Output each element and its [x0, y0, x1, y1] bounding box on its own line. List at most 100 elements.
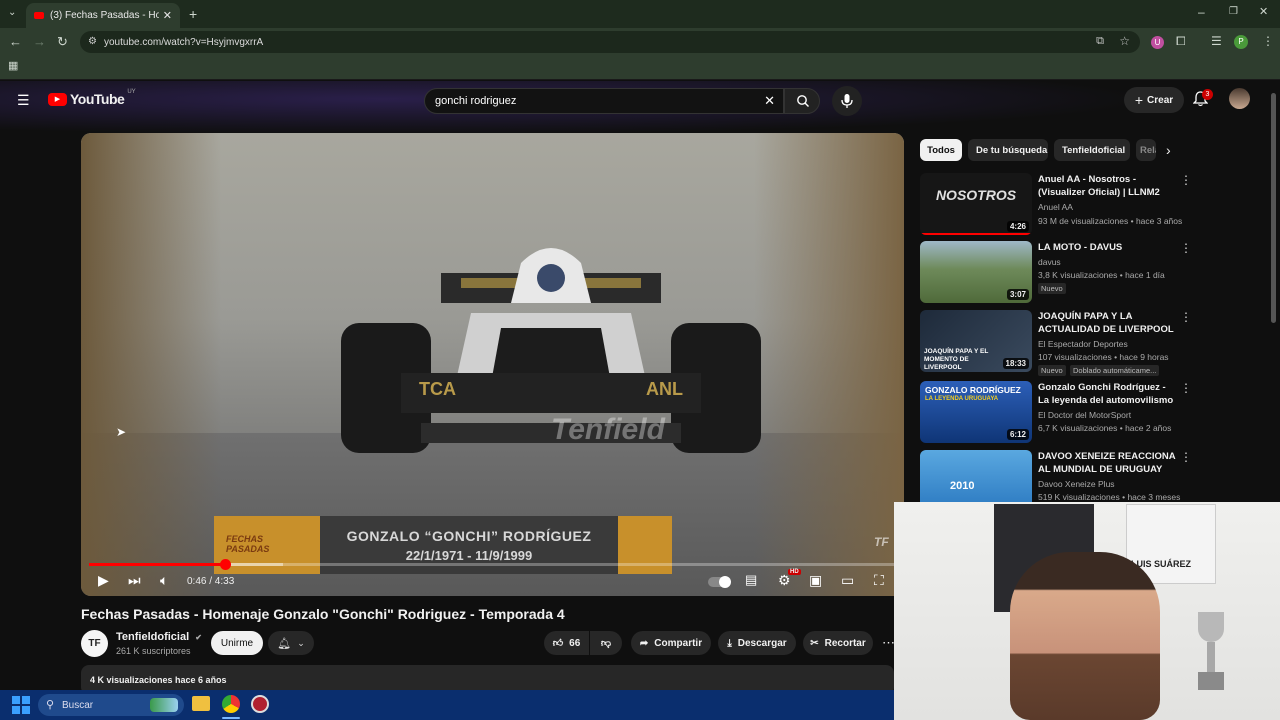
share-button[interactable]: ➦ Compartir	[631, 631, 711, 655]
guide-menu-icon[interactable]: ☰	[17, 92, 30, 109]
recommendation-channel: davus	[1038, 257, 1061, 267]
video-thumbnail[interactable]: NOSOTROS 4:26	[920, 173, 1032, 235]
thumbs-up-icon: 👍︎	[552, 638, 564, 649]
video-thumbnail[interactable]: 3:07	[920, 241, 1032, 303]
clear-search-icon[interactable]: ✕	[764, 93, 775, 109]
download-button[interactable]: ⤓ Descargar	[718, 631, 796, 655]
like-count: 66	[569, 637, 581, 649]
channel-avatar[interactable]: TF	[81, 630, 108, 657]
more-options-icon[interactable]: ⋮	[1180, 241, 1192, 255]
more-options-icon[interactable]: ⋮	[1180, 173, 1192, 187]
recommendation-item[interactable]: 3:07 LA MOTO - DAVUS davus 3,8 K visuali…	[920, 241, 1196, 303]
recommendation-title: Anuel AA - Nosotros - (Visualizer Oficia…	[1038, 174, 1160, 198]
recommendation-item[interactable]: NOSOTROS 4:26 Anuel AA - Nosotros - (Vis…	[920, 173, 1196, 235]
theater-mode-icon[interactable]: ▭	[841, 573, 854, 587]
profile-avatar[interactable]: P	[1234, 35, 1248, 49]
next-video-icon[interactable]: ⏭	[128, 573, 141, 587]
tab-search-chevron-icon[interactable]: ⌄	[8, 8, 16, 18]
duration-badge: 6:12	[1006, 429, 1029, 440]
more-options-icon[interactable]: ⋮	[1180, 310, 1192, 324]
site-info-icon[interactable]: ⚙	[88, 36, 97, 47]
play-icon[interactable]: ▶	[98, 573, 109, 587]
search-button[interactable]	[784, 88, 820, 114]
search-input[interactable]: gonchi rodriguez ✕	[424, 88, 784, 114]
create-button[interactable]: + Crear	[1124, 87, 1184, 113]
minimize-icon[interactable]: –	[1198, 6, 1205, 18]
hd-badge: HD	[788, 569, 801, 575]
more-options-icon[interactable]: ⋮	[1180, 381, 1192, 395]
more-options-icon[interactable]: ⋮	[1180, 450, 1192, 464]
file-explorer-icon[interactable]	[192, 696, 210, 711]
recommendation-item[interactable]: GONZALO RODRÍGUEZ LA LEYENDA URUGUAYA 6:…	[920, 381, 1196, 443]
chevron-right-icon[interactable]: ›	[1166, 142, 1171, 158]
notifications-button[interactable]: 3	[1192, 89, 1213, 112]
clip-button[interactable]: ✂ Recortar	[803, 631, 873, 655]
youtube-favicon-icon	[34, 12, 44, 19]
browser-tab-active[interactable]: (3) Fechas Pasadas - Homenaje Gonzalo "G…	[26, 3, 180, 28]
address-bar[interactable]: ⚙ youtube.com/watch?v=HsyjmvgxrrA ⧉ ☆	[80, 31, 1140, 53]
video-thumbnail[interactable]: JOAQUÍN PAPA Y EL MOMENTO DE LIVERPOOL 1…	[920, 310, 1032, 372]
forward-icon[interactable]: →	[33, 35, 46, 48]
search-highlight-image	[150, 698, 178, 712]
recommendation-title: LA MOTO - DAVUS	[1038, 242, 1123, 253]
subtitles-icon[interactable]: ▤	[745, 573, 757, 586]
recommendation-title: Gonzalo Gonchi Rodríguez - La leyenda de…	[1038, 382, 1174, 406]
like-button[interactable]: 👍︎ 66	[544, 631, 589, 655]
autoplay-knob-icon	[719, 576, 731, 588]
webcam-overlay: LUIS SUÁREZ	[894, 502, 1280, 720]
tab-title: (3) Fechas Pasadas - Homenaje Gonzalo "G…	[50, 10, 159, 21]
svg-text:TCA: TCA	[419, 379, 456, 399]
channel-name[interactable]: Tenfieldoficial ✔	[116, 631, 202, 643]
duration-badge: 18:33	[1002, 358, 1029, 369]
join-button[interactable]: Unirme	[211, 631, 263, 655]
install-app-icon[interactable]: ⧉	[1096, 35, 1104, 48]
voice-search-button[interactable]	[832, 86, 862, 116]
recommendation-item[interactable]: JOAQUÍN PAPA Y EL MOMENTO DE LIVERPOOL 1…	[920, 310, 1196, 376]
video-player[interactable]: TCA ANL Tenfield FECHAS PASADAS GONZALO …	[81, 133, 904, 596]
chip-all[interactable]: Todos	[920, 139, 962, 161]
extensions-puzzle-icon[interactable]: ⧠	[1176, 35, 1186, 47]
chip-from-search[interactable]: De tu búsqueda	[968, 139, 1048, 161]
trophy-image	[1194, 612, 1228, 702]
volume-icon[interactable]: 🔈︎	[160, 573, 168, 587]
settings-gear-icon[interactable]: ⚙	[778, 573, 791, 587]
chrome-menu-icon[interactable]: ⋮	[1262, 35, 1274, 47]
scissors-icon: ✂	[810, 637, 819, 649]
maximize-icon[interactable]: ❐	[1229, 7, 1238, 17]
taskbar-search[interactable]: ⚲ Buscar	[38, 694, 184, 716]
microphone-icon	[841, 94, 853, 108]
autoplay-toggle[interactable]	[708, 576, 731, 588]
account-avatar[interactable]	[1229, 88, 1250, 109]
page-scrollbar[interactable]	[1271, 93, 1276, 323]
close-tab-icon[interactable]: ✕	[163, 9, 172, 22]
chrome-taskbar-icon[interactable]	[222, 695, 240, 713]
fullscreen-icon[interactable]: ⛶	[874, 573, 884, 587]
dislike-button[interactable]: 👎︎	[590, 631, 622, 655]
subscription-bell-button[interactable]: 🔔︎ ⌄	[268, 631, 314, 655]
youtube-logo[interactable]: ▶ YouTube UY	[48, 89, 136, 107]
video-thumbnail[interactable]: GONZALO RODRÍGUEZ LA LEYENDA URUGUAYA 6:…	[920, 381, 1032, 443]
auto-dubbed-badge: Doblado automáticame...	[1070, 365, 1160, 376]
recommendation-channel: El Doctor del MotorSport	[1038, 410, 1132, 420]
chip-channel[interactable]: Tenfieldoficial	[1054, 139, 1130, 161]
extension-avatar-icon[interactable]: U	[1151, 36, 1164, 49]
back-icon[interactable]: ←	[9, 35, 22, 48]
windows-start-icon[interactable]	[12, 696, 30, 714]
video-title: Fechas Pasadas - Homenaje Gonzalo "Gonch…	[81, 606, 565, 622]
recommendation-meta: 3,8 K visualizaciones • hace 1 día	[1038, 270, 1165, 280]
duration-badge: 3:07	[1006, 289, 1029, 300]
reload-icon[interactable]: ↻	[57, 35, 68, 48]
caption-name: GONZALO “GONCHI” RODRÍGUEZ	[346, 528, 592, 544]
miniplayer-icon[interactable]: ▣	[809, 573, 822, 587]
thumbnail-text: JOAQUÍN PAPA Y EL MOMENTO DE LIVERPOOL	[924, 348, 989, 371]
close-window-icon[interactable]: ✕	[1259, 7, 1268, 18]
taskbar-search-label: Buscar	[62, 699, 94, 711]
apps-grid-icon[interactable]: ▦	[8, 61, 18, 72]
new-tab-icon[interactable]: +	[189, 7, 197, 21]
progress-bar[interactable]	[89, 559, 896, 570]
plus-icon: +	[1134, 92, 1144, 108]
reading-list-icon[interactable]: ☰	[1211, 35, 1222, 47]
bookmark-star-icon[interactable]: ☆	[1119, 34, 1130, 48]
app-taskbar-icon[interactable]	[251, 695, 269, 713]
chip-related[interactable]: Relacionado	[1136, 139, 1156, 161]
